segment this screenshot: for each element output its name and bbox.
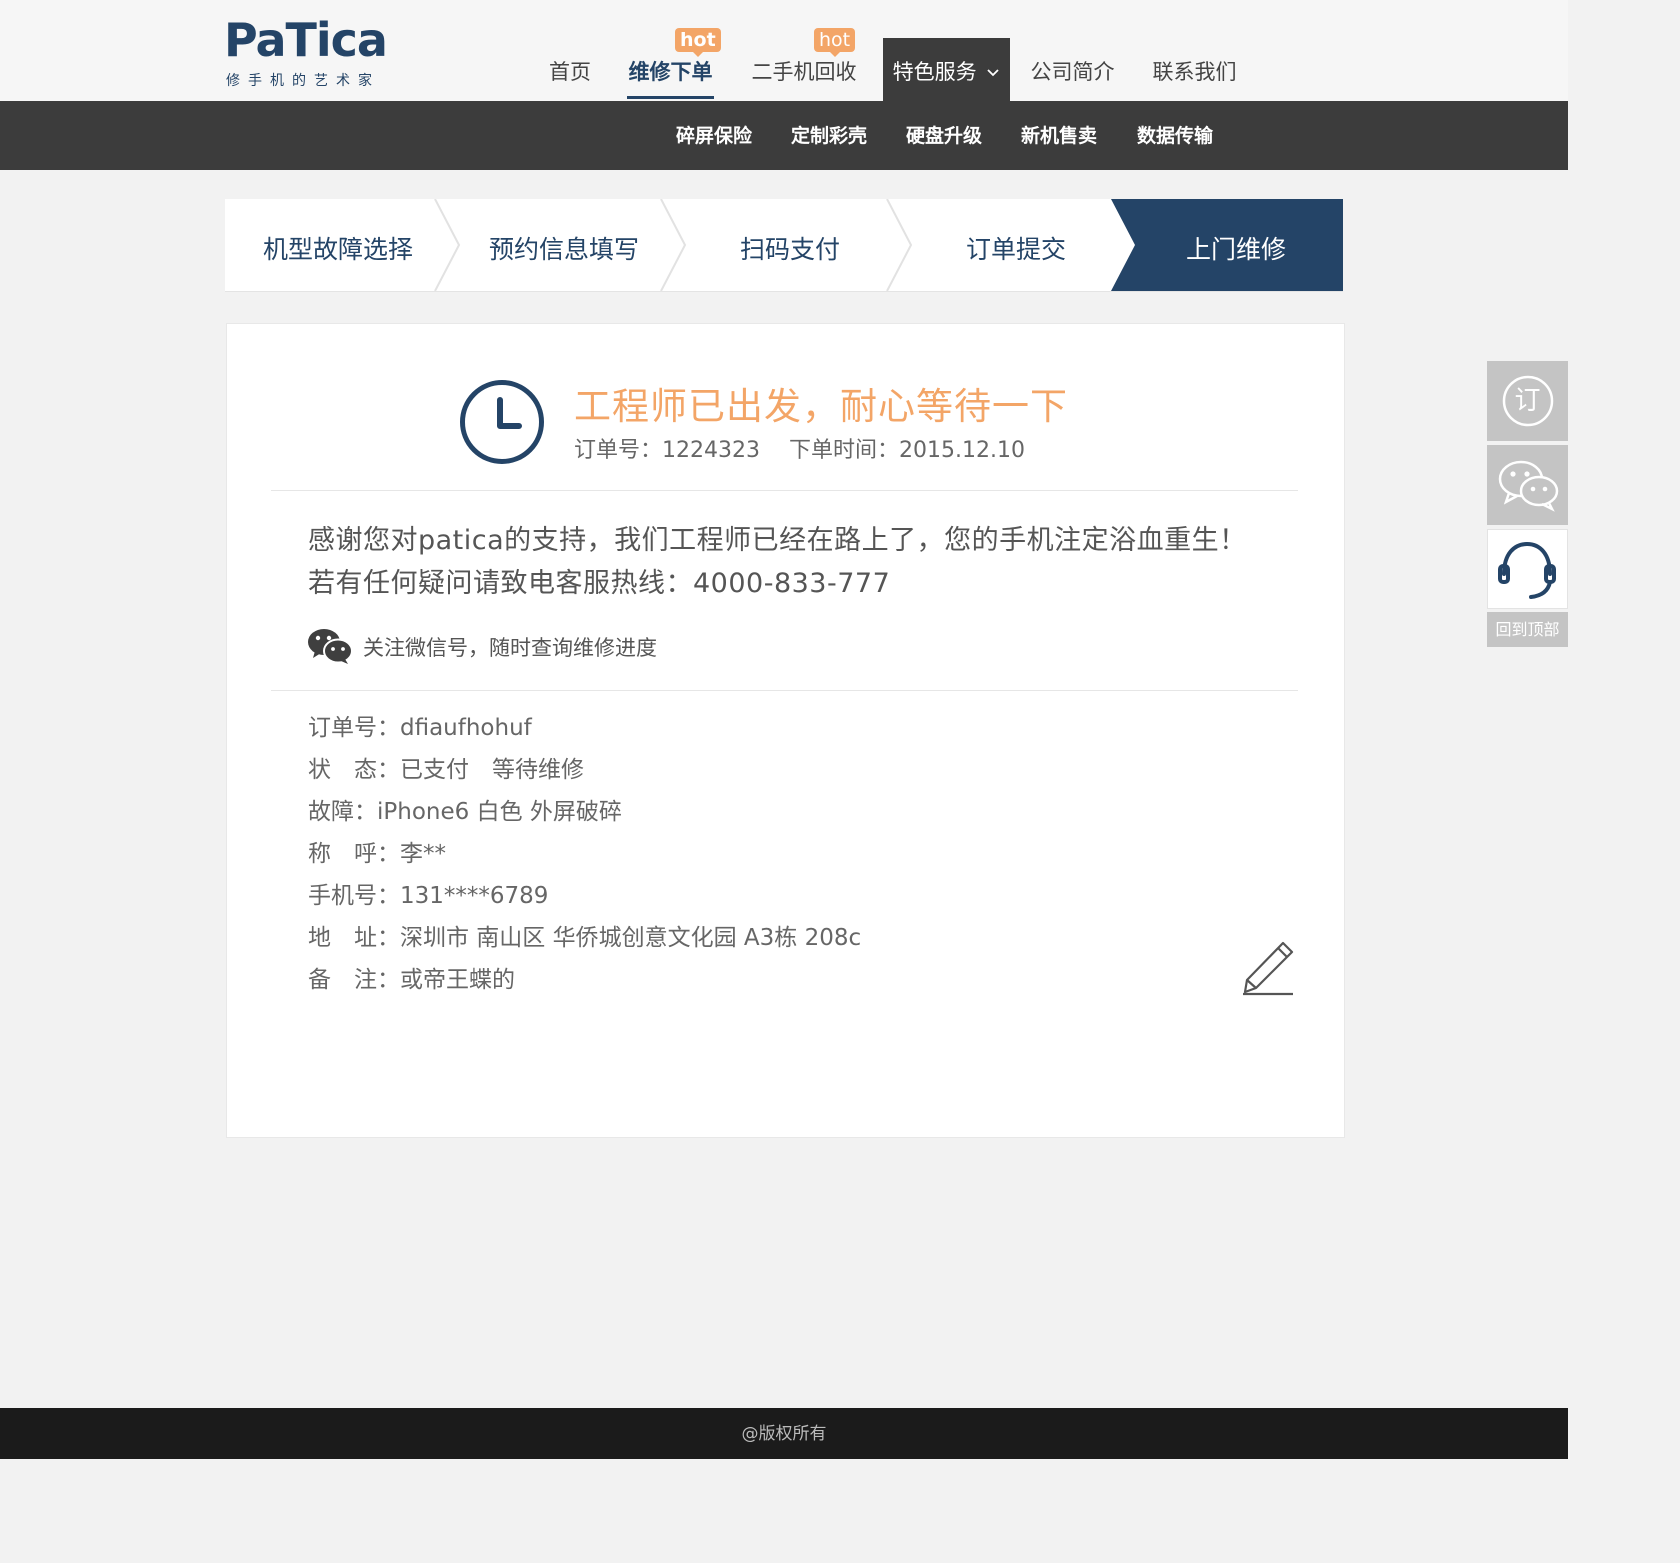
nav-label: 维修下单 [628, 60, 713, 84]
subnav-item-custom-case[interactable]: 定制彩壳 [791, 101, 867, 171]
nav-item-recycle[interactable]: hot 二手机回收 [750, 28, 858, 101]
footer: @版权所有 [0, 1408, 1568, 1459]
edit-pencil-icon[interactable] [1239, 939, 1297, 997]
detail-phone: 手机号：131****6789 [308, 875, 861, 917]
subnav-item-data-transfer[interactable]: 数据传输 [1137, 101, 1213, 171]
step-booking-info: 预约信息填写 [488, 235, 639, 264]
sidebar-wechat-button[interactable] [1487, 445, 1568, 525]
order-time: 下单时间：2015.12.10 [788, 438, 1025, 463]
chevron-down-icon [987, 69, 999, 77]
sidebar-support-button[interactable] [1487, 529, 1568, 609]
hotline-line: 若有任何疑问请致电客服热线：4000-833-777 [308, 568, 891, 599]
detail-order-no: 订单号：dfiaufhohuf [308, 707, 861, 749]
detail-key: 地 址： [308, 925, 400, 951]
detail-key: 称 呼： [308, 841, 400, 867]
status-title: 工程师已出发，耐心等待一下 [574, 385, 1068, 428]
divider [271, 690, 1298, 691]
detail-value: 深圳市 南山区 华侨城创意文化园 A3栋 208c [400, 925, 862, 951]
detail-value: dfiaufhohuf [400, 715, 532, 741]
nav-label: 二手机回收 [751, 60, 857, 84]
detail-key: 备 注： [308, 967, 400, 993]
status-meta: 订单号：1224323 下单时间：2015.12.10 [574, 432, 1047, 464]
detail-key: 订单号： [308, 715, 400, 741]
order-status-card: 工程师已出发，耐心等待一下 订单号：1224323 下单时间：2015.12.1… [226, 323, 1345, 1138]
order-details: 订单号：dfiaufhohuf 状 态：已支付 等待维修 故障：iPhone6 … [308, 707, 861, 1001]
nav-label: 联系我们 [1152, 60, 1237, 84]
back-to-top-button[interactable]: 回到顶部 [1487, 612, 1568, 647]
nav-label: 公司简介 [1030, 60, 1115, 84]
nav-item-home[interactable]: 首页 [548, 38, 592, 101]
nav-item-contact[interactable]: 联系我们 [1151, 38, 1238, 101]
detail-value: 已支付 等待维修 [400, 757, 584, 783]
message-line: 感谢您对patica的支持，我们工程师已经在路上了，您的手机注定浴血重生！ [308, 525, 1247, 556]
subnav-item-screen-insurance[interactable]: 碎屏保险 [676, 101, 752, 171]
nav-label: 特色服务 [892, 60, 977, 84]
step-model-fault: 机型故障选择 [262, 235, 413, 264]
nav-label: 首页 [549, 60, 591, 84]
logo[interactable]: PaTica 修手机的艺术家 [224, 13, 388, 92]
detail-value: iPhone6 白色 外屏破碎 [377, 799, 622, 825]
hot-badge: hot [675, 28, 721, 57]
subnav-item-new-phones[interactable]: 新机售卖 [1021, 101, 1097, 171]
detail-value: 131****6789 [400, 883, 549, 909]
detail-value: 李** [400, 841, 446, 867]
step-scan-pay: 扫码支付 [739, 235, 840, 264]
hot-badge: hot [814, 28, 856, 57]
thank-you-message: 感谢您对patica的支持，我们工程师已经在路上了，您的手机注定浴血重生！ 若有… [308, 519, 1247, 605]
active-underline [627, 96, 714, 99]
wechat-follow[interactable]: 关注微信号，随时查询维修进度 [307, 627, 657, 667]
order-glyph: 订 [1514, 386, 1541, 416]
detail-key: 状 态： [308, 757, 400, 783]
wechat-follow-text: 关注微信号，随时查询维修进度 [363, 636, 657, 660]
sub-nav: 碎屏保险 定制彩壳 硬盘升级 新机售卖 数据传输 [0, 101, 1568, 170]
subnav-item-storage-upgrade[interactable]: 硬盘升级 [906, 101, 982, 171]
logo-wordmark: PaTica [224, 13, 388, 67]
step-order-submit: 订单提交 [965, 235, 1066, 264]
nav-item-repair-order[interactable]: hot 维修下单 [627, 28, 721, 101]
detail-key: 手机号： [308, 883, 400, 909]
logo-tagline: 修手机的艺术家 [226, 73, 380, 89]
detail-fault: 故障：iPhone6 白色 外屏破碎 [308, 791, 861, 833]
wechat-icon [1498, 460, 1559, 512]
detail-name: 称 呼：李** [308, 833, 861, 875]
detail-status: 状 态：已支付 等待维修 [308, 749, 861, 791]
detail-key: 故障： [308, 799, 377, 825]
detail-value: 或帝王蝶的 [400, 967, 515, 993]
step-onsite-repair: 上门维修 [1185, 235, 1286, 264]
progress-steps: 机型故障选择 预约信息填写 扫码支付 订单提交 上门维修 [225, 199, 1343, 292]
clock-icon [460, 380, 544, 464]
divider [271, 490, 1298, 491]
wechat-icon [308, 629, 353, 664]
detail-address: 地 址：深圳市 南山区 华侨城创意文化园 A3栋 208c [308, 917, 861, 959]
detail-note: 备 注：或帝王蝶的 [308, 959, 861, 1001]
nav-item-about[interactable]: 公司简介 [1029, 38, 1116, 101]
headset-icon [1498, 541, 1556, 599]
nav-item-special-services[interactable]: 特色服务 [883, 38, 1010, 101]
top-header: PaTica 修手机的艺术家 首页 hot 维修下单 hot 二手机回收 特色服… [0, 0, 1568, 101]
order-number: 订单号：1224323 [574, 438, 760, 463]
sidebar-order-button[interactable]: 订 [1487, 361, 1568, 441]
